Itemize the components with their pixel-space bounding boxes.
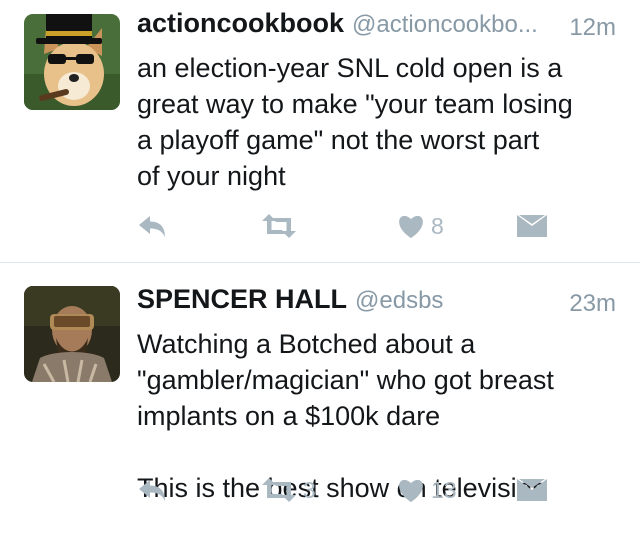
direct-message-button[interactable]: [517, 470, 547, 510]
like-button[interactable]: 8: [397, 206, 444, 246]
timestamp: 23m: [569, 290, 616, 317]
retweet-button[interactable]: 3: [261, 470, 316, 510]
reply-icon: [139, 216, 165, 237]
reply-button[interactable]: [137, 206, 167, 246]
retweet-icon: [262, 478, 296, 502]
like-count: 13: [431, 476, 457, 503]
tweet-text: an election-year SNL cold open is a grea…: [137, 53, 573, 191]
like-button[interactable]: 13: [397, 470, 457, 510]
user-handle[interactable]: @actioncookbo...: [352, 11, 538, 38]
tweet[interactable]: SPENCER HALL @edsbs 23m Watching a Botche…: [0, 264, 640, 552]
retweet-count: 3: [303, 476, 316, 503]
tweet-actions: 8: [137, 206, 616, 246]
heart-icon: [399, 215, 423, 238]
dog-with-top-hat-avatar: [24, 14, 120, 110]
man-with-vr-headset-avatar: [24, 286, 120, 382]
direct-message-icon: [517, 479, 547, 501]
avatar[interactable]: [24, 286, 120, 382]
tweet[interactable]: actioncookbook @actioncookbo... 12m an el…: [0, 0, 640, 264]
like-count: 8: [431, 212, 444, 239]
display-name[interactable]: SPENCER HALL: [137, 284, 347, 314]
timestamp: 12m: [569, 14, 616, 41]
reply-button[interactable]: [137, 470, 167, 510]
direct-message-icon: [517, 215, 547, 237]
user-handle[interactable]: @edsbs: [355, 287, 443, 314]
retweet-button[interactable]: [261, 206, 303, 246]
tweet-actions: 3 13: [137, 470, 616, 510]
retweet-icon: [262, 214, 296, 238]
avatar[interactable]: [24, 14, 120, 110]
heart-icon: [399, 479, 423, 502]
direct-message-button[interactable]: [517, 206, 547, 246]
reply-icon: [139, 480, 165, 501]
divider: [0, 262, 640, 263]
display-name[interactable]: actioncookbook: [137, 8, 344, 38]
